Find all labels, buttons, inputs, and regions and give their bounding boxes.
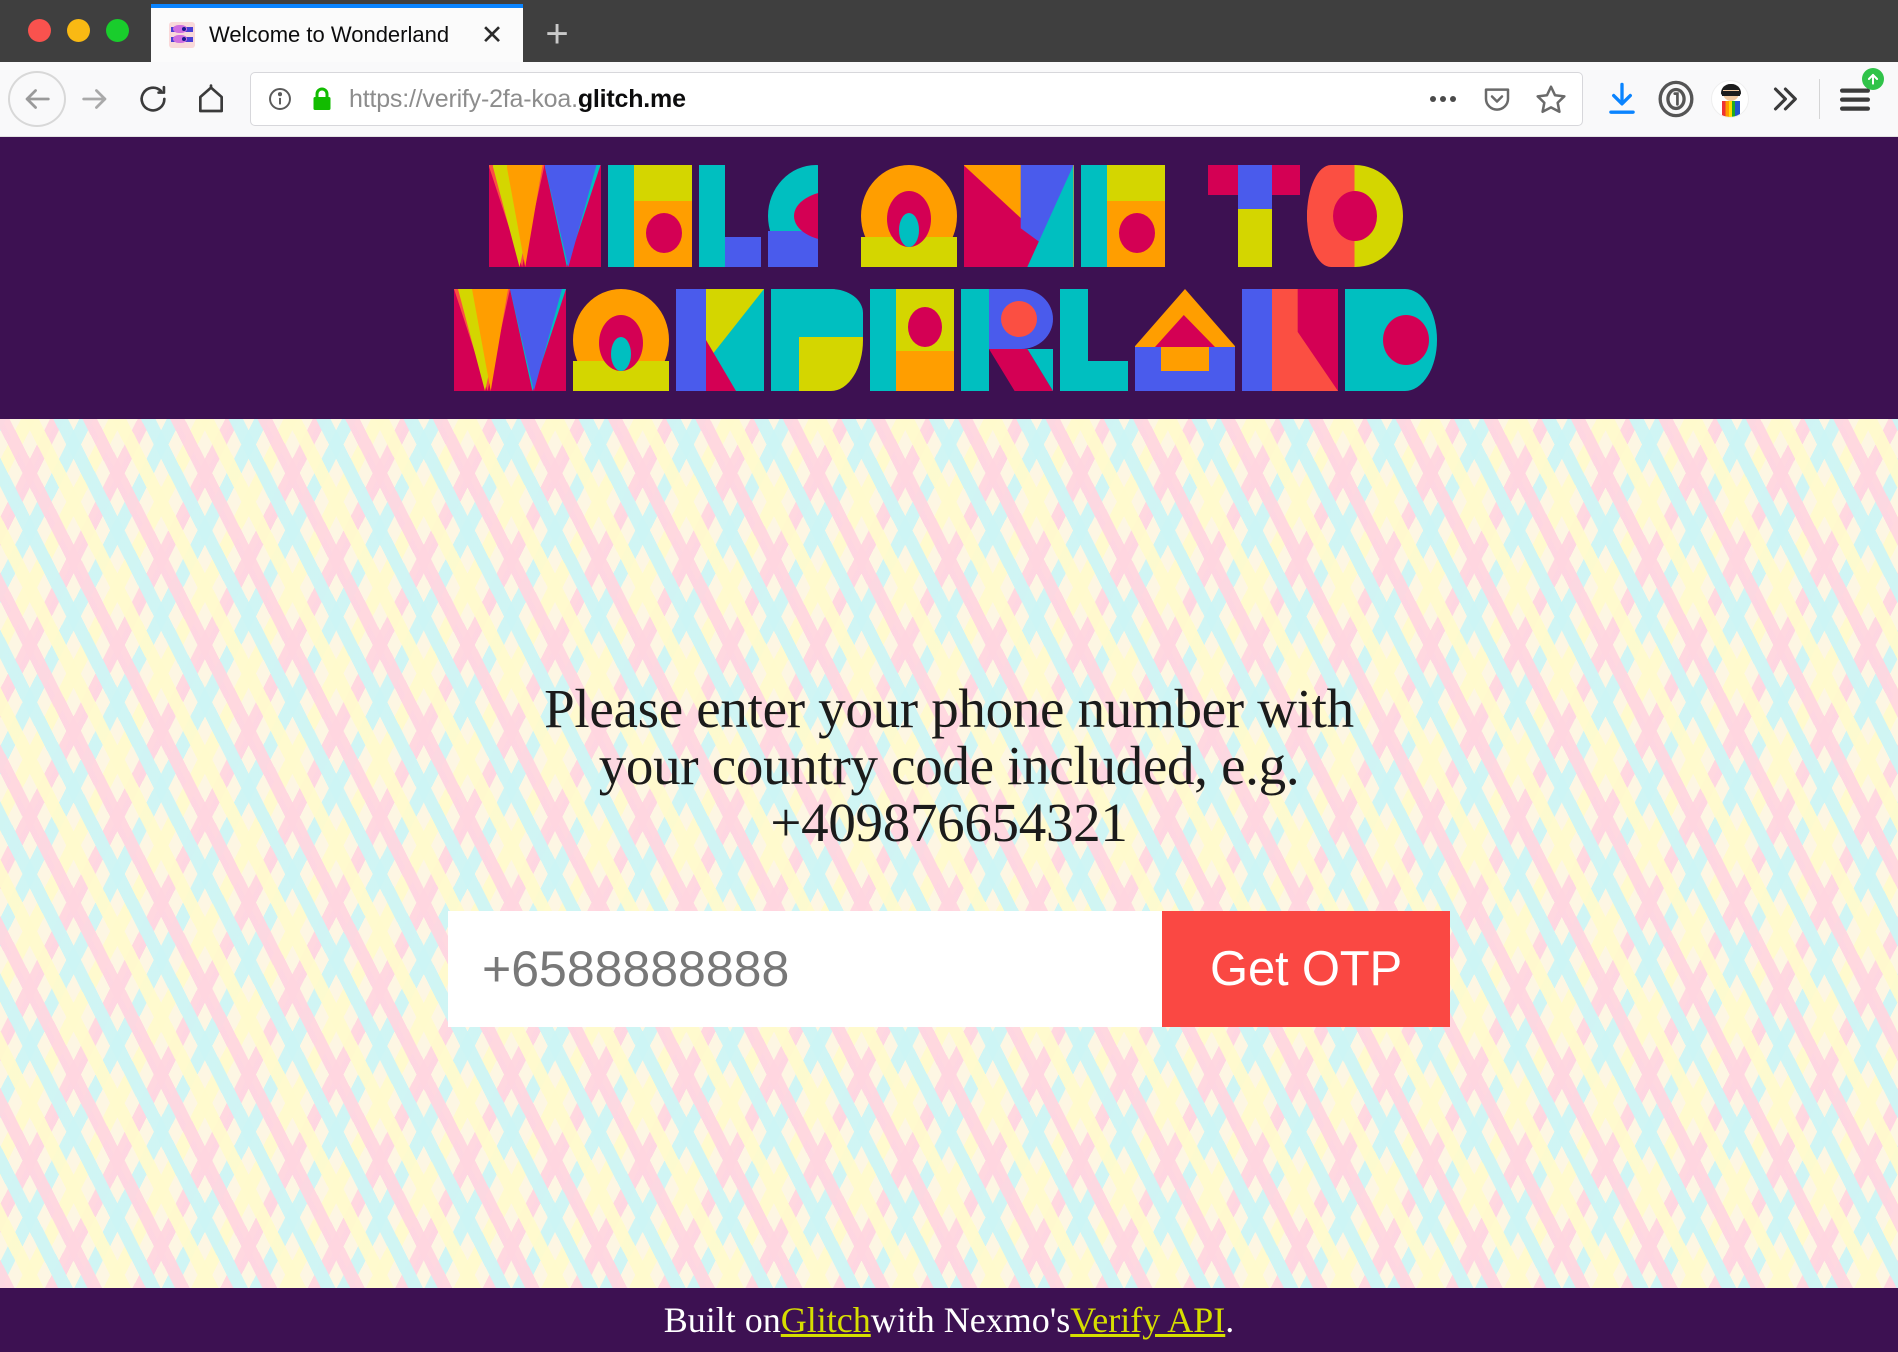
logo-letter-C: [767, 165, 854, 267]
back-button[interactable]: [8, 71, 66, 127]
maximize-window-button[interactable]: [106, 19, 129, 42]
logo-letter-A: [1135, 289, 1235, 391]
logo-letter-R: [961, 289, 1053, 391]
verify-api-link[interactable]: Verify API: [1070, 1299, 1225, 1341]
arrow-up-icon: [1867, 73, 1879, 85]
navigation-toolbar: https://verify-2fa-koa.glitch.me: [0, 62, 1898, 137]
prompt-line-1: Please enter your phone number with: [544, 677, 1354, 739]
close-window-button[interactable]: [28, 19, 51, 42]
logo-letter-D2: [1345, 289, 1437, 391]
logo-letter-W3: [454, 289, 566, 391]
logo-letter-L2: [1060, 289, 1128, 391]
prompt-text: Please enter your phone number with your…: [544, 680, 1354, 852]
home-icon: [199, 84, 223, 113]
get-otp-button[interactable]: Get OTP: [1162, 911, 1450, 1028]
address-bar[interactable]: https://verify-2fa-koa.glitch.me: [250, 72, 1583, 126]
padlock-icon[interactable]: [307, 84, 337, 114]
footer-suffix: .: [1225, 1300, 1235, 1340]
prompt-line-2: your country code included, e.g.: [598, 734, 1300, 796]
logo-letter-O: [860, 165, 957, 267]
new-tab-button[interactable]: +: [529, 6, 585, 62]
logo-letter-O2: [1306, 165, 1403, 267]
logo-letter-O3: [573, 289, 669, 391]
prompt-line-3: +409876654321: [770, 792, 1128, 854]
logo-line-wonderland: [454, 289, 1444, 391]
phone-number-input[interactable]: [448, 911, 1162, 1028]
url-prefix: https://verify-2fa-koa.: [349, 84, 578, 113]
toolbar-divider: [1819, 79, 1820, 119]
logo-letter-T: [1207, 165, 1300, 267]
reload-icon: [140, 85, 166, 112]
downloads-icon[interactable]: [1595, 72, 1649, 126]
logo-letter-L: [698, 165, 761, 267]
url-text: https://verify-2fa-koa.glitch.me: [349, 85, 1410, 114]
otp-request-form: Get OTP: [448, 911, 1450, 1028]
forward-button[interactable]: [66, 70, 124, 128]
browser-tab[interactable]: Welcome to Wonderland ✕: [151, 4, 523, 62]
url-domain: glitch.me: [577, 84, 686, 113]
glitch-link[interactable]: Glitch: [781, 1299, 871, 1341]
window-controls: [0, 19, 151, 62]
onepassword-icon[interactable]: [1649, 72, 1703, 126]
page-actions-icon[interactable]: [1422, 78, 1464, 120]
footer-middle: with Nexmo's: [870, 1300, 1071, 1340]
logo-letter-E2: [1080, 165, 1165, 267]
avatar: [1711, 80, 1749, 118]
info-circle-icon[interactable]: [265, 84, 295, 114]
wonderland-favicon: [169, 22, 195, 48]
reload-button[interactable]: [124, 70, 182, 128]
browser-window: Welcome to Wonderland ✕ + https://verify…: [0, 0, 1898, 1352]
site-header: [0, 137, 1898, 419]
logo-letter-W: [488, 165, 601, 267]
update-available-badge: [1862, 68, 1884, 90]
logo-line-welcome-to: [488, 165, 1410, 267]
close-tab-button[interactable]: ✕: [475, 18, 509, 52]
forward-arrow-icon: [82, 89, 107, 109]
home-button[interactable]: [182, 70, 240, 128]
site-footer: Built on Glitch with Nexmo's Verify API.: [0, 1288, 1898, 1352]
bookmark-star-icon[interactable]: [1530, 78, 1572, 120]
minimize-window-button[interactable]: [67, 19, 90, 42]
tab-strip: Welcome to Wonderland ✕ +: [0, 0, 1898, 62]
page-viewport: Please enter your phone number with your…: [0, 137, 1898, 1352]
back-arrow-icon: [25, 89, 50, 109]
main-content: Please enter your phone number with your…: [0, 419, 1898, 1288]
logo-letter-E3: [870, 289, 954, 391]
account-avatar-icon[interactable]: [1703, 72, 1757, 126]
pocket-icon[interactable]: [1476, 78, 1518, 120]
logo-letter-N: [676, 289, 764, 391]
tab-title: Welcome to Wonderland: [209, 22, 450, 47]
footer-prefix: Built on: [663, 1300, 781, 1340]
logo-letter-N2: [1242, 289, 1338, 391]
logo-letter-D: [771, 289, 863, 391]
logo-letter-M: [963, 165, 1074, 267]
hamburger-menu-icon[interactable]: [1828, 68, 1884, 126]
overflow-chevrons-icon[interactable]: [1757, 72, 1811, 126]
logo-letter-E: [607, 165, 692, 267]
